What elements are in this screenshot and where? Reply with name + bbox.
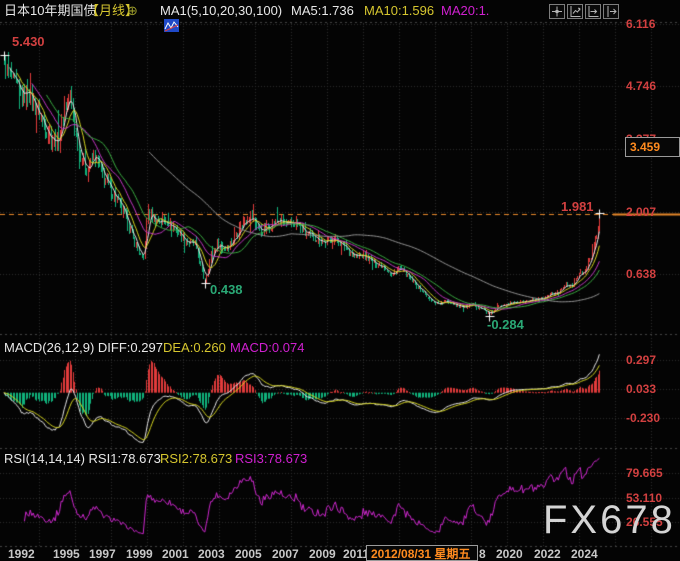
ma-settings-label[interactable]: MA1(5,10,20,30,100) <box>160 3 282 18</box>
cursor-price-box: 3.459 <box>625 137 680 157</box>
exit-tool-icon[interactable] <box>603 4 619 19</box>
macd-dea-value: DEA:0.260 <box>163 340 226 355</box>
pan-axis-tool-icon[interactable] <box>585 4 601 19</box>
macd-value: MACD:0.074 <box>230 340 305 355</box>
macd-title[interactable]: MACD(26,12,9) DIFF:0.297 <box>4 341 163 355</box>
rsi2-value: RSI2:78.673 <box>160 451 233 466</box>
chart-app: 日本10年期国债 【月线】 ⊕ MA1(5,10,20,30,100) MA5:… <box>0 0 680 561</box>
scale-axis-tool-icon[interactable] <box>567 4 583 19</box>
instrument-title: 日本10年期国债 <box>4 3 97 18</box>
rsi3-value: RSI3:78.673 <box>235 451 308 466</box>
watermark: FX678 <box>543 498 676 542</box>
chart-canvas[interactable] <box>0 0 680 561</box>
move-tool-icon[interactable] <box>549 4 565 19</box>
link-icon[interactable]: ⊕ <box>127 3 138 18</box>
ma20-value: MA20:1. <box>441 3 490 18</box>
chart-type-icon[interactable] <box>142 4 179 32</box>
ma5-value: MA5:1.736 <box>291 3 354 18</box>
cursor-date-box: 2012/08/31 星期五 <box>366 545 478 561</box>
ma10-value: MA10:1.596 <box>364 3 435 18</box>
rsi-title[interactable]: RSI(14,14,14) RSI1:78.673 <box>4 452 161 466</box>
